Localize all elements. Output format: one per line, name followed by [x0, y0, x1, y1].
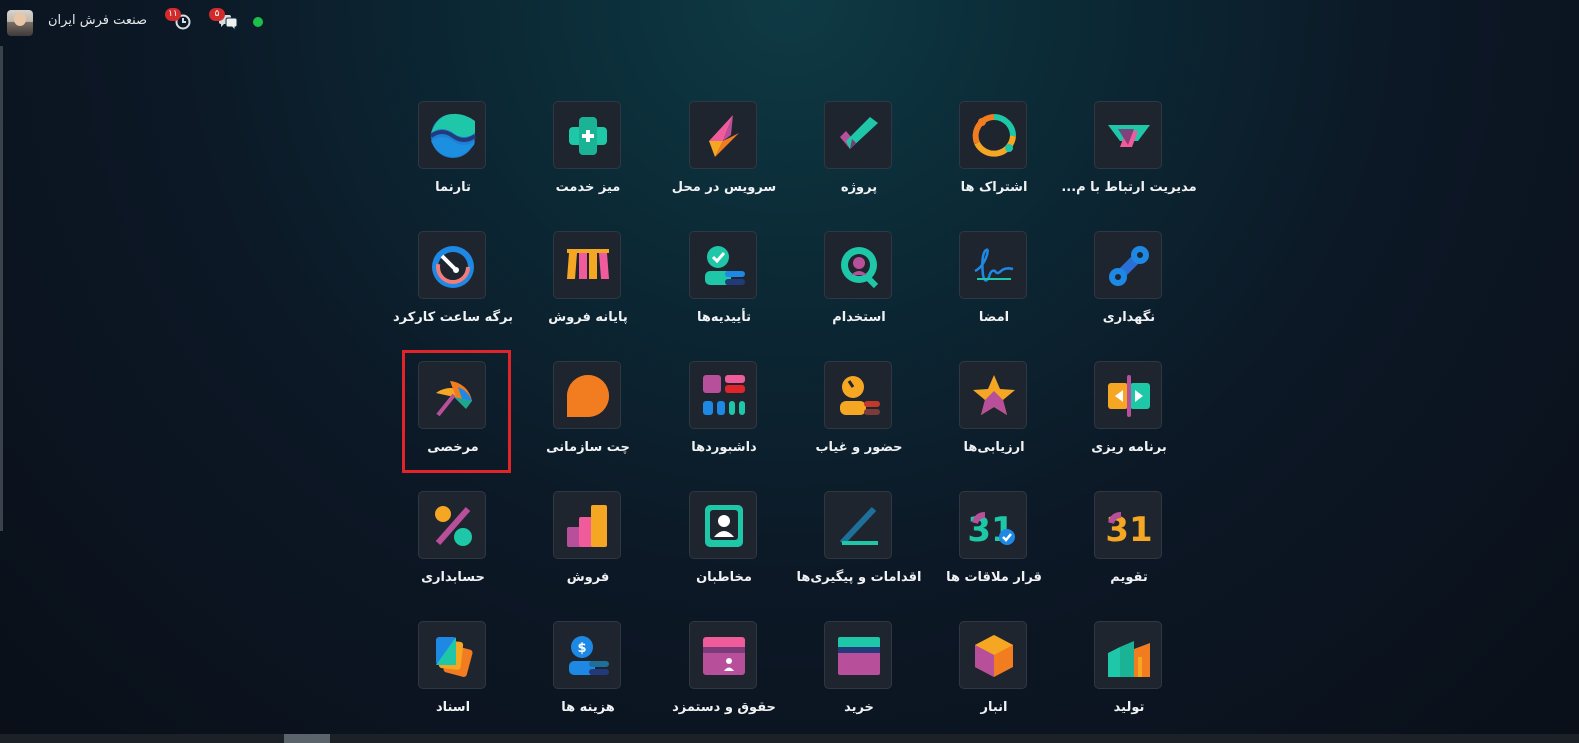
app-appointments[interactable]: 31 قرار ملاقات ها: [929, 491, 1059, 601]
app-subscriptions[interactable]: اشتراک ها: [929, 101, 1059, 211]
scrollbar-thumb[interactable]: [284, 734, 330, 743]
app-crm[interactable]: مدیریت ارتباط با م...: [1061, 101, 1197, 211]
app-contacts[interactable]: مخاطبان: [659, 491, 789, 601]
recruitment-icon: [824, 231, 892, 299]
app-calendar[interactable]: 31 تقویم: [1064, 491, 1194, 601]
accounting-icon: [418, 491, 486, 559]
app-accounting[interactable]: حسابداری: [388, 491, 518, 601]
app-activities[interactable]: اقدامات و پیگیری‌ها: [794, 491, 924, 601]
sign-icon: [959, 231, 1027, 299]
app-maintenance[interactable]: نگهداری: [1064, 231, 1194, 341]
manufacturing-icon: [1094, 621, 1162, 689]
website-icon: [418, 101, 486, 169]
app-attendances[interactable]: حضور و غیاب: [794, 361, 924, 471]
appraisals-icon: [959, 361, 1027, 429]
project-icon: [824, 101, 892, 169]
activities-icon: [824, 491, 892, 559]
helpdesk-icon: [553, 101, 621, 169]
app-planning[interactable]: برنامه ریزی: [1064, 361, 1194, 471]
app-expenses[interactable]: $ هزینه ها: [523, 621, 653, 731]
app-payroll[interactable]: حقوق و دستمزد: [659, 621, 789, 731]
app-dashboards[interactable]: داشبوردها: [659, 361, 789, 471]
user-avatar[interactable]: [7, 10, 33, 36]
maintenance-icon: [1094, 231, 1162, 299]
app-website[interactable]: تارنما: [388, 101, 518, 211]
app-appraisals[interactable]: ارزیابی‌ها: [929, 361, 1059, 471]
sales-icon: [553, 491, 621, 559]
messages-badge: ۵: [209, 8, 225, 21]
discuss-icon: [553, 361, 621, 429]
contacts-icon: [689, 491, 757, 559]
app-purchase[interactable]: خرید: [794, 621, 924, 731]
selected-app-highlight: [402, 350, 511, 473]
svg-text:$: $: [577, 641, 586, 656]
app-point-of-sale[interactable]: پایانه فروش: [523, 231, 653, 341]
app-timesheets[interactable]: برگه ساعت کارکرد: [388, 231, 518, 341]
appointments-icon: 31: [959, 491, 1027, 559]
activity-clock-icon[interactable]: ۱۱: [165, 8, 195, 32]
app-inventory[interactable]: انبار: [929, 621, 1059, 731]
app-manufacturing[interactable]: تولید: [1064, 621, 1194, 731]
dashboards-icon: [689, 361, 757, 429]
horizontal-scrollbar[interactable]: [0, 734, 1579, 743]
purchase-icon: [824, 621, 892, 689]
side-scroll-edge: [0, 46, 3, 531]
online-status-indicator: [253, 17, 263, 27]
calendar-icon: 31: [1094, 491, 1162, 559]
app-helpdesk[interactable]: میز خدمت: [523, 101, 653, 211]
activity-badge: ۱۱: [165, 8, 181, 21]
messages-chat-icon[interactable]: ۵: [209, 8, 239, 32]
app-approvals[interactable]: تأییدیه‌ها: [659, 231, 789, 341]
inventory-icon: [959, 621, 1027, 689]
app-sign[interactable]: امضا: [929, 231, 1059, 341]
crm-icon: [1094, 101, 1162, 169]
app-project[interactable]: پروژه: [794, 101, 924, 211]
payroll-icon: [689, 621, 757, 689]
planning-icon: [1094, 361, 1162, 429]
timesheets-icon: [418, 231, 486, 299]
subscriptions-icon: [959, 101, 1027, 169]
app-discuss[interactable]: چت سازمانی: [523, 361, 653, 471]
company-name[interactable]: صنعت فرش ایران: [48, 13, 147, 28]
app-field-service[interactable]: سرویس در محل: [659, 101, 789, 211]
top-bar: صنعت فرش ایران ۱۱ ۵: [0, 0, 1579, 44]
app-sales[interactable]: فروش: [523, 491, 653, 601]
approvals-icon: [689, 231, 757, 299]
field-service-icon: [689, 101, 757, 169]
app-documents[interactable]: اسناد: [388, 621, 518, 731]
attendances-icon: [824, 361, 892, 429]
app-recruitment[interactable]: استخدام: [794, 231, 924, 341]
point-of-sale-icon: [553, 231, 621, 299]
documents-icon: [418, 621, 486, 689]
expenses-icon: $: [553, 621, 621, 689]
